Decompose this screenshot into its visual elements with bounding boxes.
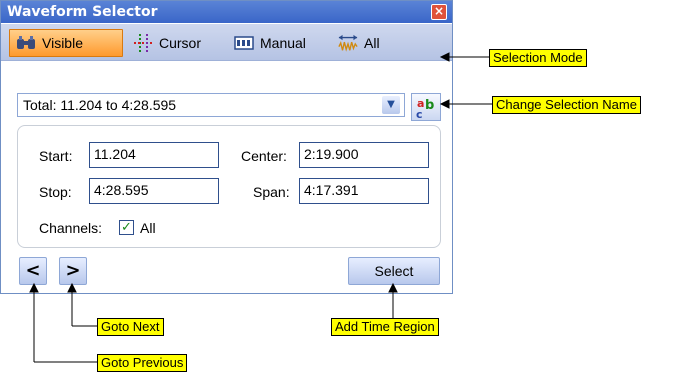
callout-goto-next: Goto Next — [97, 318, 164, 336]
callout-change-selection-name: Change Selection Name — [492, 96, 641, 114]
callout-goto-previous: Goto Previous — [97, 354, 188, 372]
callout-add-time-region: Add Time Region — [331, 318, 439, 336]
callout-selection-mode: Selection Mode — [489, 49, 587, 67]
